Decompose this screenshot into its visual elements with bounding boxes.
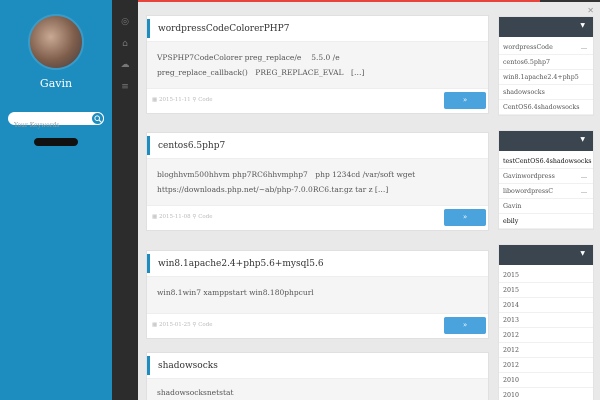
archive-link[interactable]: 2010 xyxy=(499,373,593,388)
search-box xyxy=(8,112,104,132)
caret-down-icon[interactable]: ▼ xyxy=(580,136,585,143)
post-card: centos6.5php7 bloghhvm500hhvm php7RC6hhv… xyxy=(146,132,489,231)
archive-link[interactable]: 2012 xyxy=(499,328,593,343)
recent-posts-widget: ▼ wordpressCode... centos6.5php7 win8.1a… xyxy=(498,16,594,116)
recent-comment-link[interactable]: Gavinwordpress... xyxy=(499,169,593,184)
post-date: 2015-11-08 xyxy=(158,214,191,220)
caret-down-icon[interactable]: ▼ xyxy=(580,22,585,29)
post-excerpt-line: bloghhvm500hhvm php7RC6hhvmphp7 php 1234… xyxy=(157,170,416,179)
post-meta: ▦ 2015-11-11 ⚲ Code xyxy=(152,97,213,103)
post-title[interactable]: win8.1apache2.4+php5.6+mysql5.6 xyxy=(147,251,488,277)
recent-post-link[interactable]: wordpressCode... xyxy=(499,40,593,55)
post-card: shadowsocks shadowsocksnetstat xyxy=(146,352,489,400)
recent-post-link[interactable]: CentOS6.4shadowsocks xyxy=(499,100,593,115)
search-icon xyxy=(94,115,102,123)
post-date: 2015-01-25 xyxy=(158,322,191,328)
home-icon[interactable]: ⌂ xyxy=(119,38,131,50)
post-card: win8.1apache2.4+php5.6+mysql5.6 win8.1wi… xyxy=(146,250,489,339)
post-meta: ▦ 2015-11-08 ⚲ Code xyxy=(152,214,213,220)
sidebar-pill-button[interactable] xyxy=(34,138,78,146)
recent-comment-link[interactable]: testCentOS6.4shadowsocks xyxy=(499,154,593,169)
widget-header[interactable]: ▼ xyxy=(499,131,593,151)
widget-header[interactable]: ▼ xyxy=(499,245,593,265)
post-title[interactable]: shadowsocks xyxy=(147,353,488,379)
weibo-icon[interactable]: ◎ xyxy=(119,16,131,28)
post-card: wordpressCodeColorerPHP7 VPSPHP7CodeColo… xyxy=(146,15,489,114)
recent-comment-link[interactable]: ebily xyxy=(499,214,593,229)
tag-icon: ⚲ xyxy=(192,322,197,328)
archive-link[interactable]: 2013 xyxy=(499,313,593,328)
widget-header[interactable]: ▼ xyxy=(499,17,593,37)
post-meta: ▦ 2015-01-25 ⚲ Code xyxy=(152,322,213,328)
recent-comments-widget: ▼ testCentOS6.4shadowsocks Gavinwordpres… xyxy=(498,130,594,230)
wechat-icon[interactable]: ☁ xyxy=(119,59,131,71)
post-category[interactable]: Code xyxy=(198,97,212,103)
post-excerpt: bloghhvm500hhvm php7RC6hhvmphp7 php 1234… xyxy=(147,159,488,206)
search-input[interactable] xyxy=(8,119,88,132)
read-more-button[interactable]: » xyxy=(444,92,486,109)
recent-comment-link[interactable]: Gavin xyxy=(499,199,593,214)
calendar-icon: ▦ xyxy=(152,214,158,220)
post-title[interactable]: wordpressCodeColorerPHP7 xyxy=(147,16,488,42)
read-more-button[interactable]: » xyxy=(444,317,486,334)
post-excerpt-line: https://downloads.php.net/~ab/php-7.0.0R… xyxy=(157,185,389,194)
post-excerpt-line: VPSPHP7CodeColorer preg_replace/e 5.5.0 … xyxy=(157,53,340,62)
post-excerpt: win8.1win7 xamppstart win8.180phpcurl xyxy=(147,277,488,314)
read-more-button[interactable]: » xyxy=(444,209,486,226)
archive-link[interactable]: 2014 xyxy=(499,298,593,313)
post-excerpt-line: win8.1win7 xamppstart win8.180phpcurl xyxy=(157,288,314,297)
post-footer: ▦ 2015-11-11 ⚲ Code » xyxy=(147,89,488,113)
archive-link[interactable]: 2012 xyxy=(499,343,593,358)
post-excerpt-line: preg_replace_callback() PREG_REPLACE_EVA… xyxy=(157,68,365,77)
archive-link[interactable]: 2012 xyxy=(499,358,593,373)
post-excerpt: shadowsocksnetstat xyxy=(147,379,488,400)
archives-widget: ▼ 2015 2015 2014 2013 2012 2012 2012 201… xyxy=(498,244,594,400)
recent-post-link[interactable]: shadowsocks xyxy=(499,85,593,100)
post-category[interactable]: Code xyxy=(198,322,212,328)
username[interactable]: Gavin xyxy=(0,77,112,90)
avatar[interactable] xyxy=(28,14,84,70)
list-icon[interactable]: ≡ xyxy=(119,81,131,93)
recent-post-link[interactable]: centos6.5php7 xyxy=(499,55,593,70)
post-title[interactable]: centos6.5php7 xyxy=(147,133,488,159)
archive-link[interactable]: 2010 xyxy=(499,388,593,400)
archive-link[interactable]: 2015 xyxy=(499,283,593,298)
caret-down-icon[interactable]: ▼ xyxy=(580,250,585,257)
post-excerpt-line: shadowsocksnetstat xyxy=(157,388,234,397)
close-icon[interactable]: ✕ xyxy=(587,6,594,15)
recent-post-link[interactable]: win8.1apache2.4+php5 xyxy=(499,70,593,85)
tag-icon: ⚲ xyxy=(192,97,197,103)
profile-sidebar: Gavin xyxy=(0,0,112,400)
post-date: 2015-11-11 xyxy=(158,97,191,103)
recent-comment-link[interactable]: libowordpressC... xyxy=(499,184,593,199)
post-category[interactable]: Code xyxy=(198,214,212,220)
icon-bar: ◎ ⌂ ☁ ≡ xyxy=(112,0,138,400)
tag-icon: ⚲ xyxy=(192,214,197,220)
post-footer: ▦ 2015-11-08 ⚲ Code » xyxy=(147,206,488,230)
post-excerpt: VPSPHP7CodeColorer preg_replace/e 5.5.0 … xyxy=(147,42,488,89)
archive-link[interactable]: 2015 xyxy=(499,268,593,283)
calendar-icon: ▦ xyxy=(152,322,158,328)
post-footer: ▦ 2015-01-25 ⚲ Code » xyxy=(147,314,488,338)
calendar-icon: ▦ xyxy=(152,97,158,103)
search-button[interactable] xyxy=(91,112,104,125)
